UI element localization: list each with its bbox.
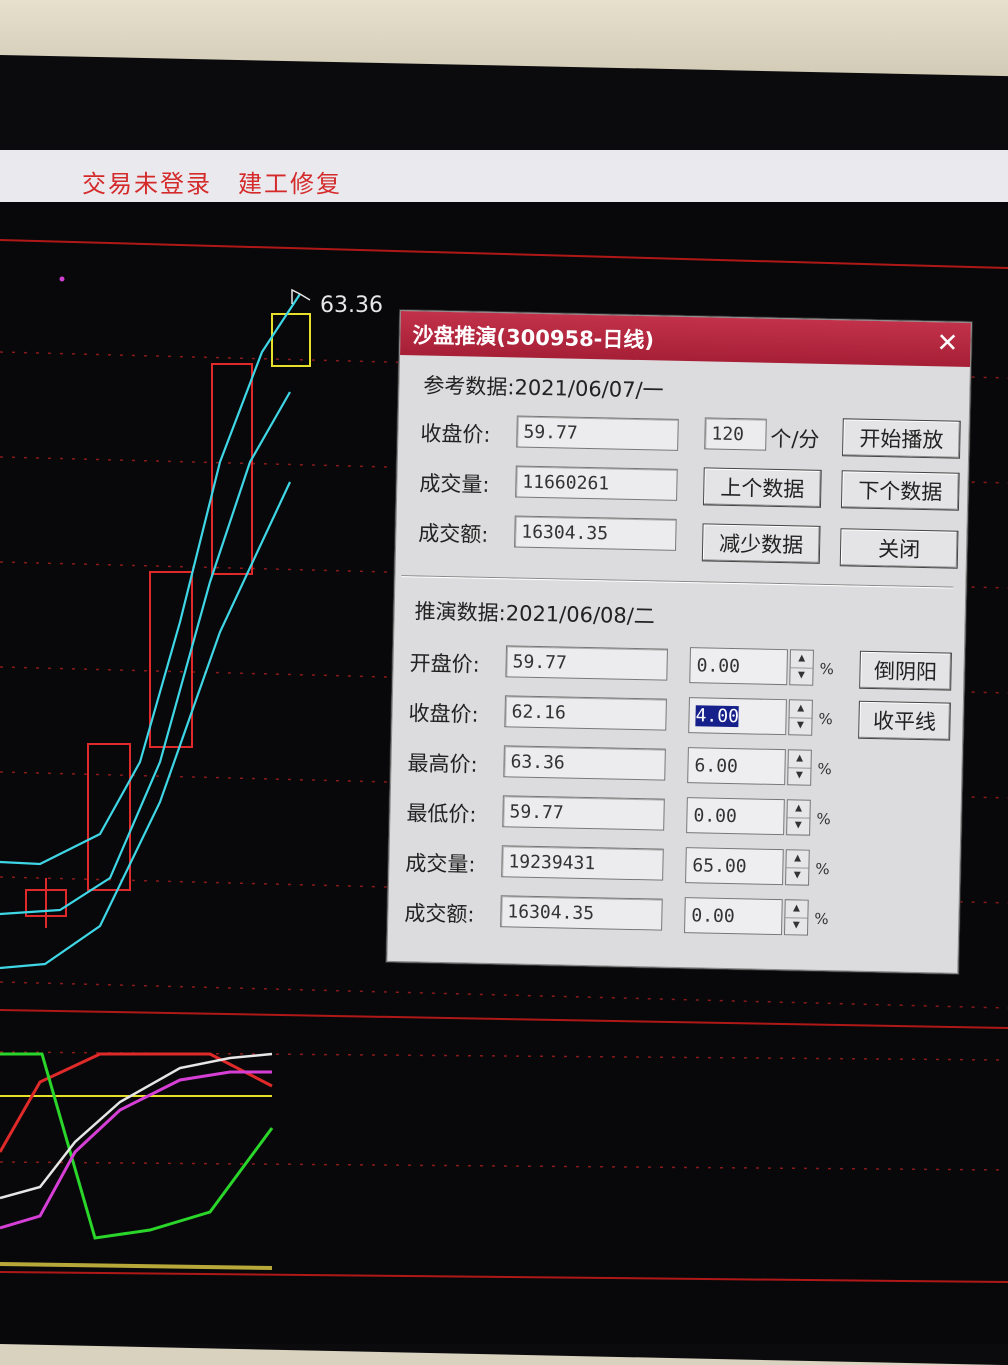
dialog-title: 沙盘推演(300958-日线) <box>412 323 655 353</box>
ref-close-field[interactable]: 59.77 <box>516 415 679 451</box>
sim-open-label: 开盘价: <box>409 651 480 677</box>
up-arrow-icon[interactable]: ▲ <box>786 850 809 869</box>
sim-low-field[interactable]: 59.77 <box>502 795 665 831</box>
percent-sign: % <box>818 709 833 729</box>
inverse-yinyang-button[interactable]: 倒阴阳 <box>859 650 952 691</box>
down-arrow-icon[interactable]: ▼ <box>790 667 812 684</box>
panel-border-top <box>0 239 1008 269</box>
flat-close-button[interactable]: 收平线 <box>858 700 951 741</box>
sim-amount-pct[interactable]: 0.00 <box>684 897 783 936</box>
up-arrow-icon[interactable]: ▲ <box>785 900 808 919</box>
monitor-screen: 交易未登录 建工修复 63.36 沙盘推演(300958-日线) ✕ 参考数据:… <box>0 150 1008 1344</box>
panel-separator <box>0 1009 1008 1029</box>
ma-line-3 <box>0 481 291 970</box>
status-text: 交易未登录 建工修复 <box>82 170 342 198</box>
close-button[interactable]: 关闭 <box>839 528 959 569</box>
up-arrow-icon[interactable]: ▲ <box>790 650 813 669</box>
reduce-data-button[interactable]: 减少数据 <box>701 523 821 564</box>
sim-high-label: 最高价: <box>407 751 478 777</box>
close-icon[interactable]: ✕ <box>932 328 963 359</box>
percent-sign: % <box>814 909 829 929</box>
sim-volume-label: 成交量: <box>405 851 476 877</box>
percent-sign: % <box>819 659 835 679</box>
dialog-separator <box>401 575 954 589</box>
next-data-button[interactable]: 下个数据 <box>840 470 960 511</box>
sim-low-stepper[interactable]: ▲ ▼ <box>786 799 811 836</box>
sim-open-stepper[interactable]: ▲ ▼ <box>789 649 814 686</box>
play-button[interactable]: 开始播放 <box>842 418 961 459</box>
ref-amount-field[interactable]: 16304.35 <box>514 515 677 551</box>
candle-simulated <box>271 313 311 367</box>
dialog-titlebar[interactable]: 沙盘推演(300958-日线) ✕ <box>400 311 971 367</box>
ref-close-label: 收盘价: <box>420 421 491 447</box>
down-arrow-icon[interactable]: ▼ <box>786 867 808 884</box>
ref-volume-label: 成交量: <box>419 471 490 497</box>
up-arrow-icon[interactable]: ▲ <box>787 800 810 819</box>
percent-sign: % <box>817 759 832 779</box>
indicator-white <box>0 1052 273 1200</box>
speed-field[interactable]: 120 <box>704 417 767 451</box>
sim-amount-label: 成交额: <box>404 901 475 927</box>
speed-unit: 个/分 <box>770 426 820 452</box>
down-arrow-icon[interactable]: ▼ <box>785 917 807 934</box>
panel-border-bottom <box>0 1271 1008 1283</box>
sim-high-stepper[interactable]: ▲ ▼ <box>787 749 812 786</box>
sandbox-dialog: 沙盘推演(300958-日线) ✕ 参考数据:2021/06/07/一 收盘价:… <box>386 310 972 974</box>
sim-low-label: 最低价: <box>406 801 477 827</box>
sim-high-field[interactable]: 63.36 <box>503 745 666 781</box>
sim-high-pct[interactable]: 6.00 <box>687 747 786 786</box>
sim-amount-field[interactable]: 16304.35 <box>500 895 663 931</box>
ref-amount-label: 成交额: <box>418 521 489 547</box>
indicator-bottom-bar <box>0 1262 273 1270</box>
down-arrow-icon[interactable]: ▼ <box>789 717 811 734</box>
price-label: 63.36 <box>320 293 383 318</box>
sim-volume-field[interactable]: 19239431 <box>501 845 664 881</box>
ref-header: 参考数据:2021/06/07/一 <box>423 373 664 403</box>
marker-dot <box>59 276 65 282</box>
sim-volume-pct[interactable]: 65.00 <box>685 847 784 886</box>
sim-low-pct[interactable]: 0.00 <box>686 797 785 836</box>
sim-close-label: 收盘价: <box>408 701 479 727</box>
down-arrow-icon[interactable]: ▼ <box>788 767 810 784</box>
up-arrow-icon[interactable]: ▲ <box>788 750 811 769</box>
indicator-lines <box>0 1052 274 1270</box>
status-bar: 交易未登录 建工修复 <box>0 150 1008 202</box>
sim-open-field[interactable]: 59.77 <box>505 645 668 681</box>
sim-amount-stepper[interactable]: ▲ ▼ <box>783 899 809 936</box>
up-arrow-icon[interactable]: ▲ <box>789 700 812 719</box>
sim-volume-stepper[interactable]: ▲ ▼ <box>785 849 810 886</box>
sim-open-pct[interactable]: 0.00 <box>689 647 788 686</box>
down-arrow-icon[interactable]: ▼ <box>787 817 809 834</box>
percent-sign: % <box>815 859 830 879</box>
percent-sign: % <box>816 809 831 829</box>
sim-header: 推演数据:2021/06/08/二 <box>414 599 656 629</box>
prev-data-button[interactable]: 上个数据 <box>702 467 822 508</box>
ma-line-2 <box>0 391 291 916</box>
ref-volume-field[interactable]: 11660261 <box>515 465 678 501</box>
sim-close-pct[interactable]: 4.00 <box>688 697 787 736</box>
sim-close-field[interactable]: 62.16 <box>504 695 667 731</box>
indicator-gridline-2 <box>0 1161 1008 1171</box>
sim-close-stepper[interactable]: ▲ ▼ <box>788 699 813 736</box>
